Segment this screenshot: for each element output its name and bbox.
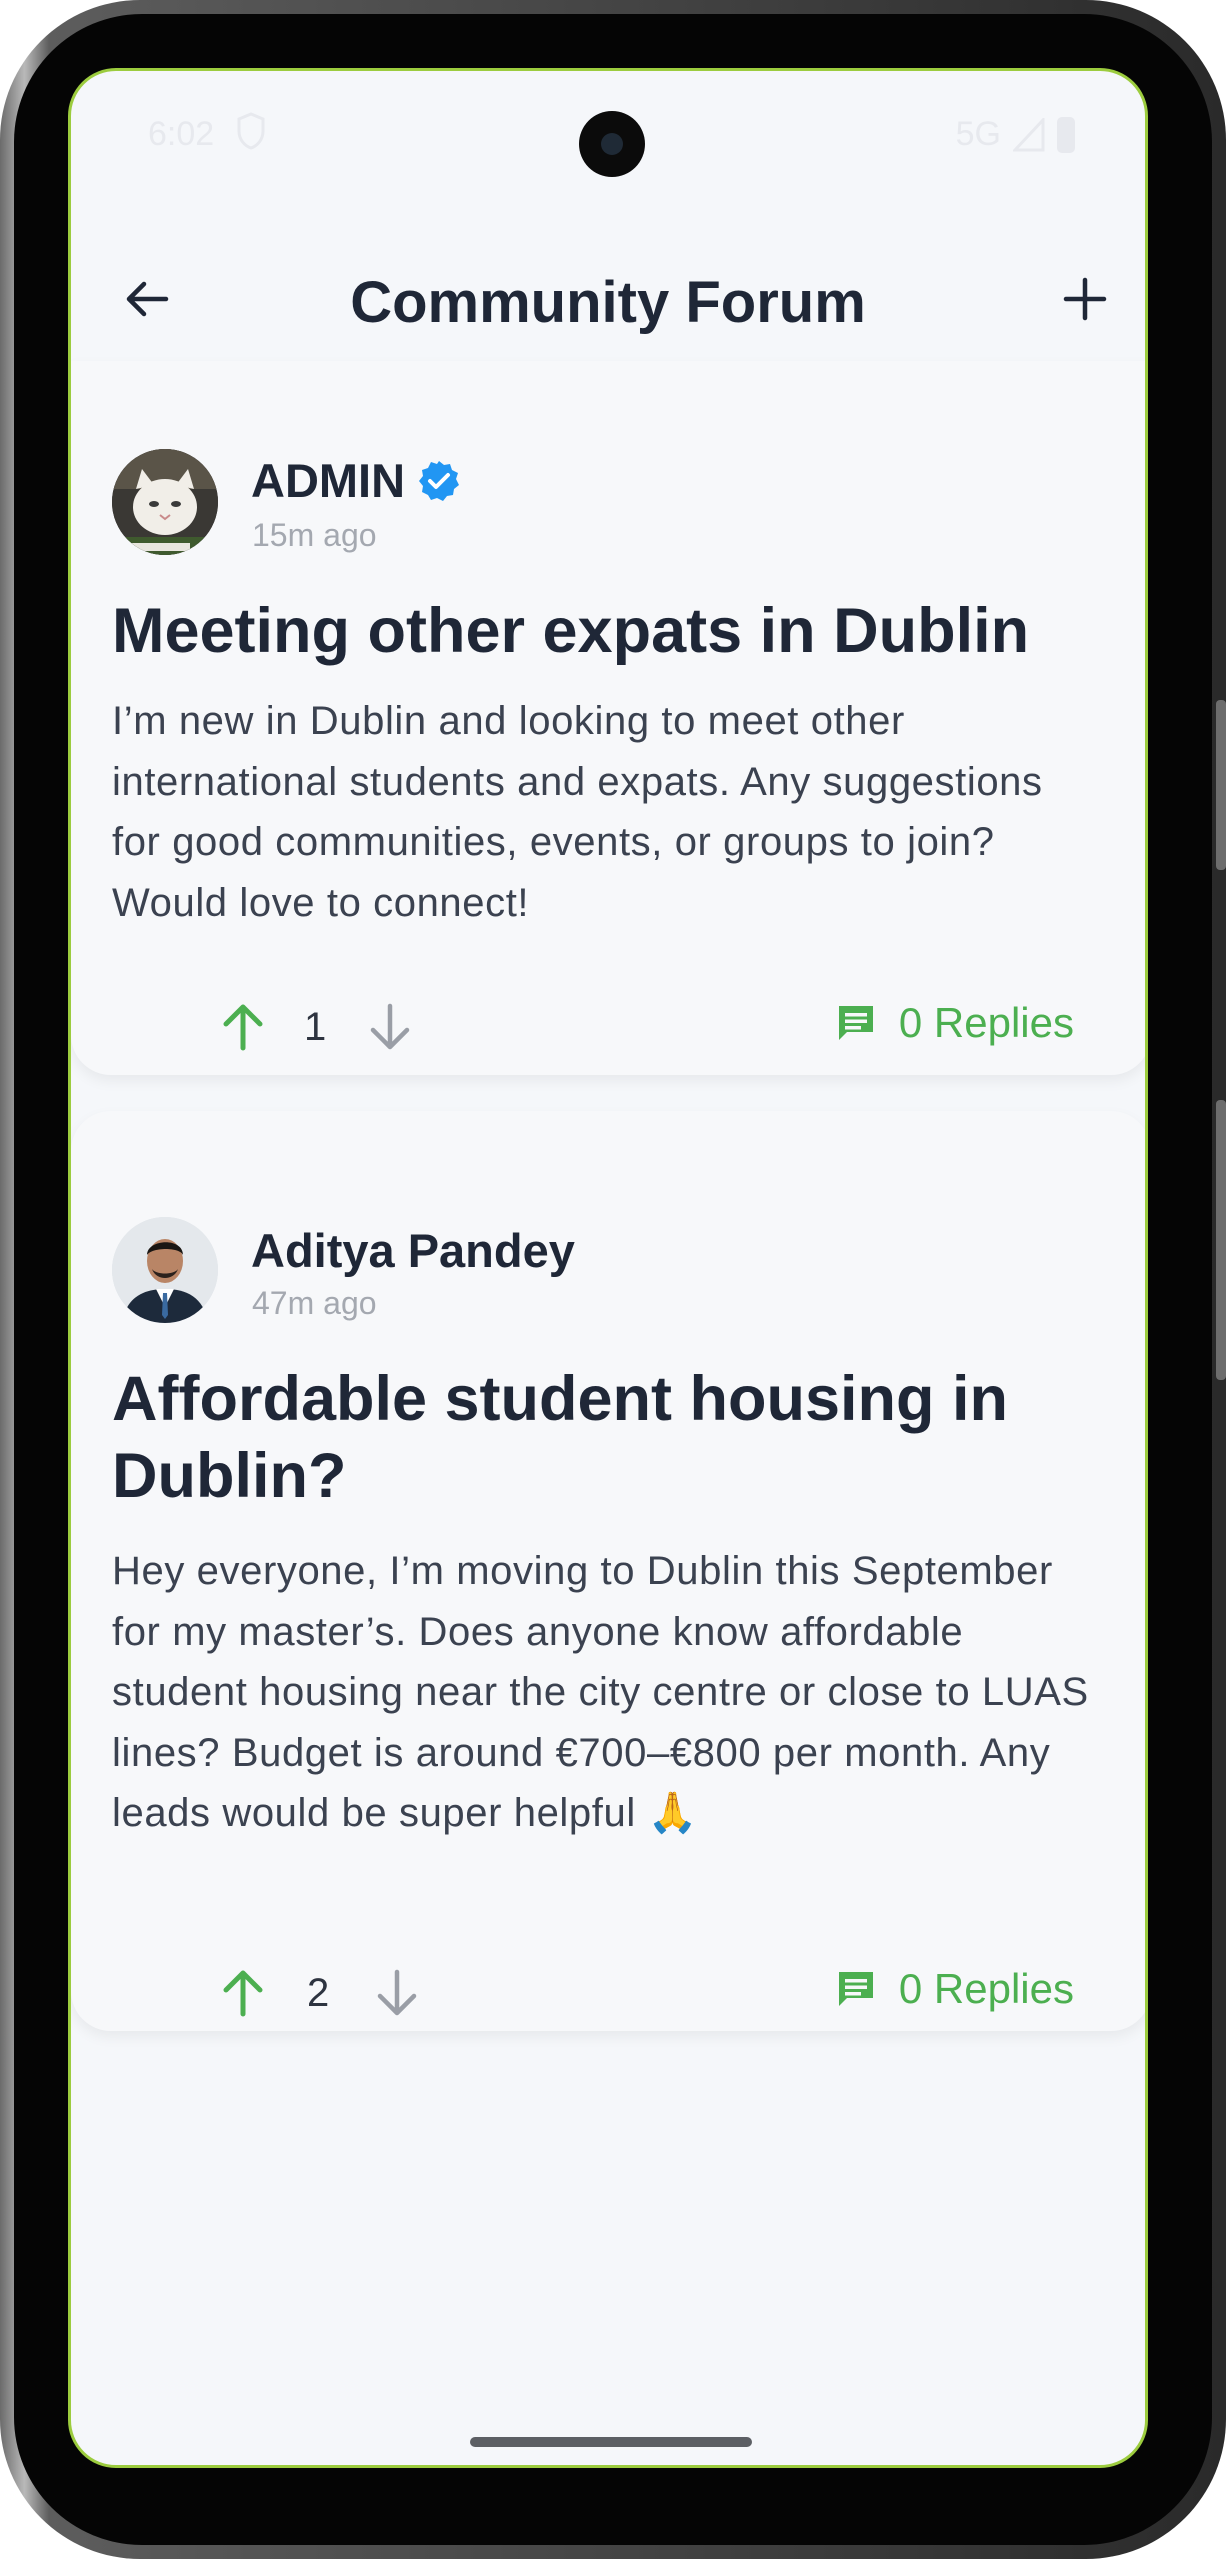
author-name: Aditya Pandey	[251, 1223, 575, 1278]
home-indicator[interactable]	[470, 2437, 752, 2447]
signal-icon	[1013, 117, 1045, 151]
upvote-button[interactable]	[213, 1963, 273, 2023]
downvote-button[interactable]	[367, 1963, 427, 2023]
arrow-down-icon	[370, 1003, 410, 1050]
arrow-up-icon	[223, 1004, 263, 1051]
front-camera	[579, 111, 645, 177]
post-card[interactable]: ADMIN 15m ago Meeting other expats in Du…	[71, 361, 1145, 1075]
post-time: 15m ago	[252, 517, 377, 553]
post-time: 47m ago	[252, 1285, 377, 1321]
replies-label: 0 Replies	[898, 1965, 1074, 2012]
app-screen: 6:02 5G Community Forum ADMIN 15m ago Me…	[68, 68, 1148, 2468]
status-time: 6:02	[148, 115, 215, 153]
replies-button[interactable]: 0 Replies	[835, 1965, 1074, 2013]
avatar[interactable]	[112, 449, 218, 555]
person-avatar-image	[112, 1217, 218, 1323]
post-title[interactable]: Meeting other expats in Dublin	[112, 593, 1101, 670]
author-name: ADMIN	[251, 453, 461, 508]
plus-icon	[1063, 277, 1107, 321]
page-title: Community Forum	[350, 270, 866, 335]
vote-count: 1	[304, 1005, 327, 1049]
author-name-text: ADMIN	[251, 454, 406, 507]
network-label: 5G	[955, 115, 1001, 153]
post-title[interactable]: Affordable student housing in Dublin?	[112, 1361, 1101, 1515]
replies-label: 0 Replies	[898, 999, 1074, 1046]
comment-icon	[838, 1006, 873, 1040]
comment-icon	[838, 1972, 873, 2006]
post-body: I’m new in Dublin and looking to meet ot…	[112, 699, 1043, 925]
arrow-down-icon	[377, 1969, 417, 2016]
replies-button[interactable]: 0 Replies	[835, 999, 1074, 1047]
volume-button	[1216, 1100, 1226, 1380]
vote-count: 2	[307, 1971, 330, 2015]
app-header: Community Forum	[71, 241, 1145, 361]
battery-icon	[1057, 116, 1075, 153]
author-name-text: Aditya Pandey	[251, 1224, 575, 1277]
upvote-button[interactable]	[213, 997, 273, 1057]
phone-frame: 6:02 5G Community Forum ADMIN 15m ago Me…	[0, 0, 1226, 2559]
post-body: Hey everyone, I’m moving to Dublin this …	[112, 1549, 1089, 1835]
add-post-button[interactable]	[1049, 263, 1121, 335]
status-right-group: 5G	[956, 115, 1075, 154]
downvote-button[interactable]	[360, 997, 420, 1057]
post-card[interactable]: Aditya Pandey 47m ago Affordable student…	[71, 1111, 1145, 2031]
cat-avatar-image	[112, 449, 218, 555]
power-button	[1216, 700, 1226, 870]
verified-badge-icon	[419, 460, 460, 501]
avatar[interactable]	[112, 1217, 218, 1323]
arrow-up-icon	[223, 1970, 263, 2017]
shield-icon	[237, 112, 265, 150]
